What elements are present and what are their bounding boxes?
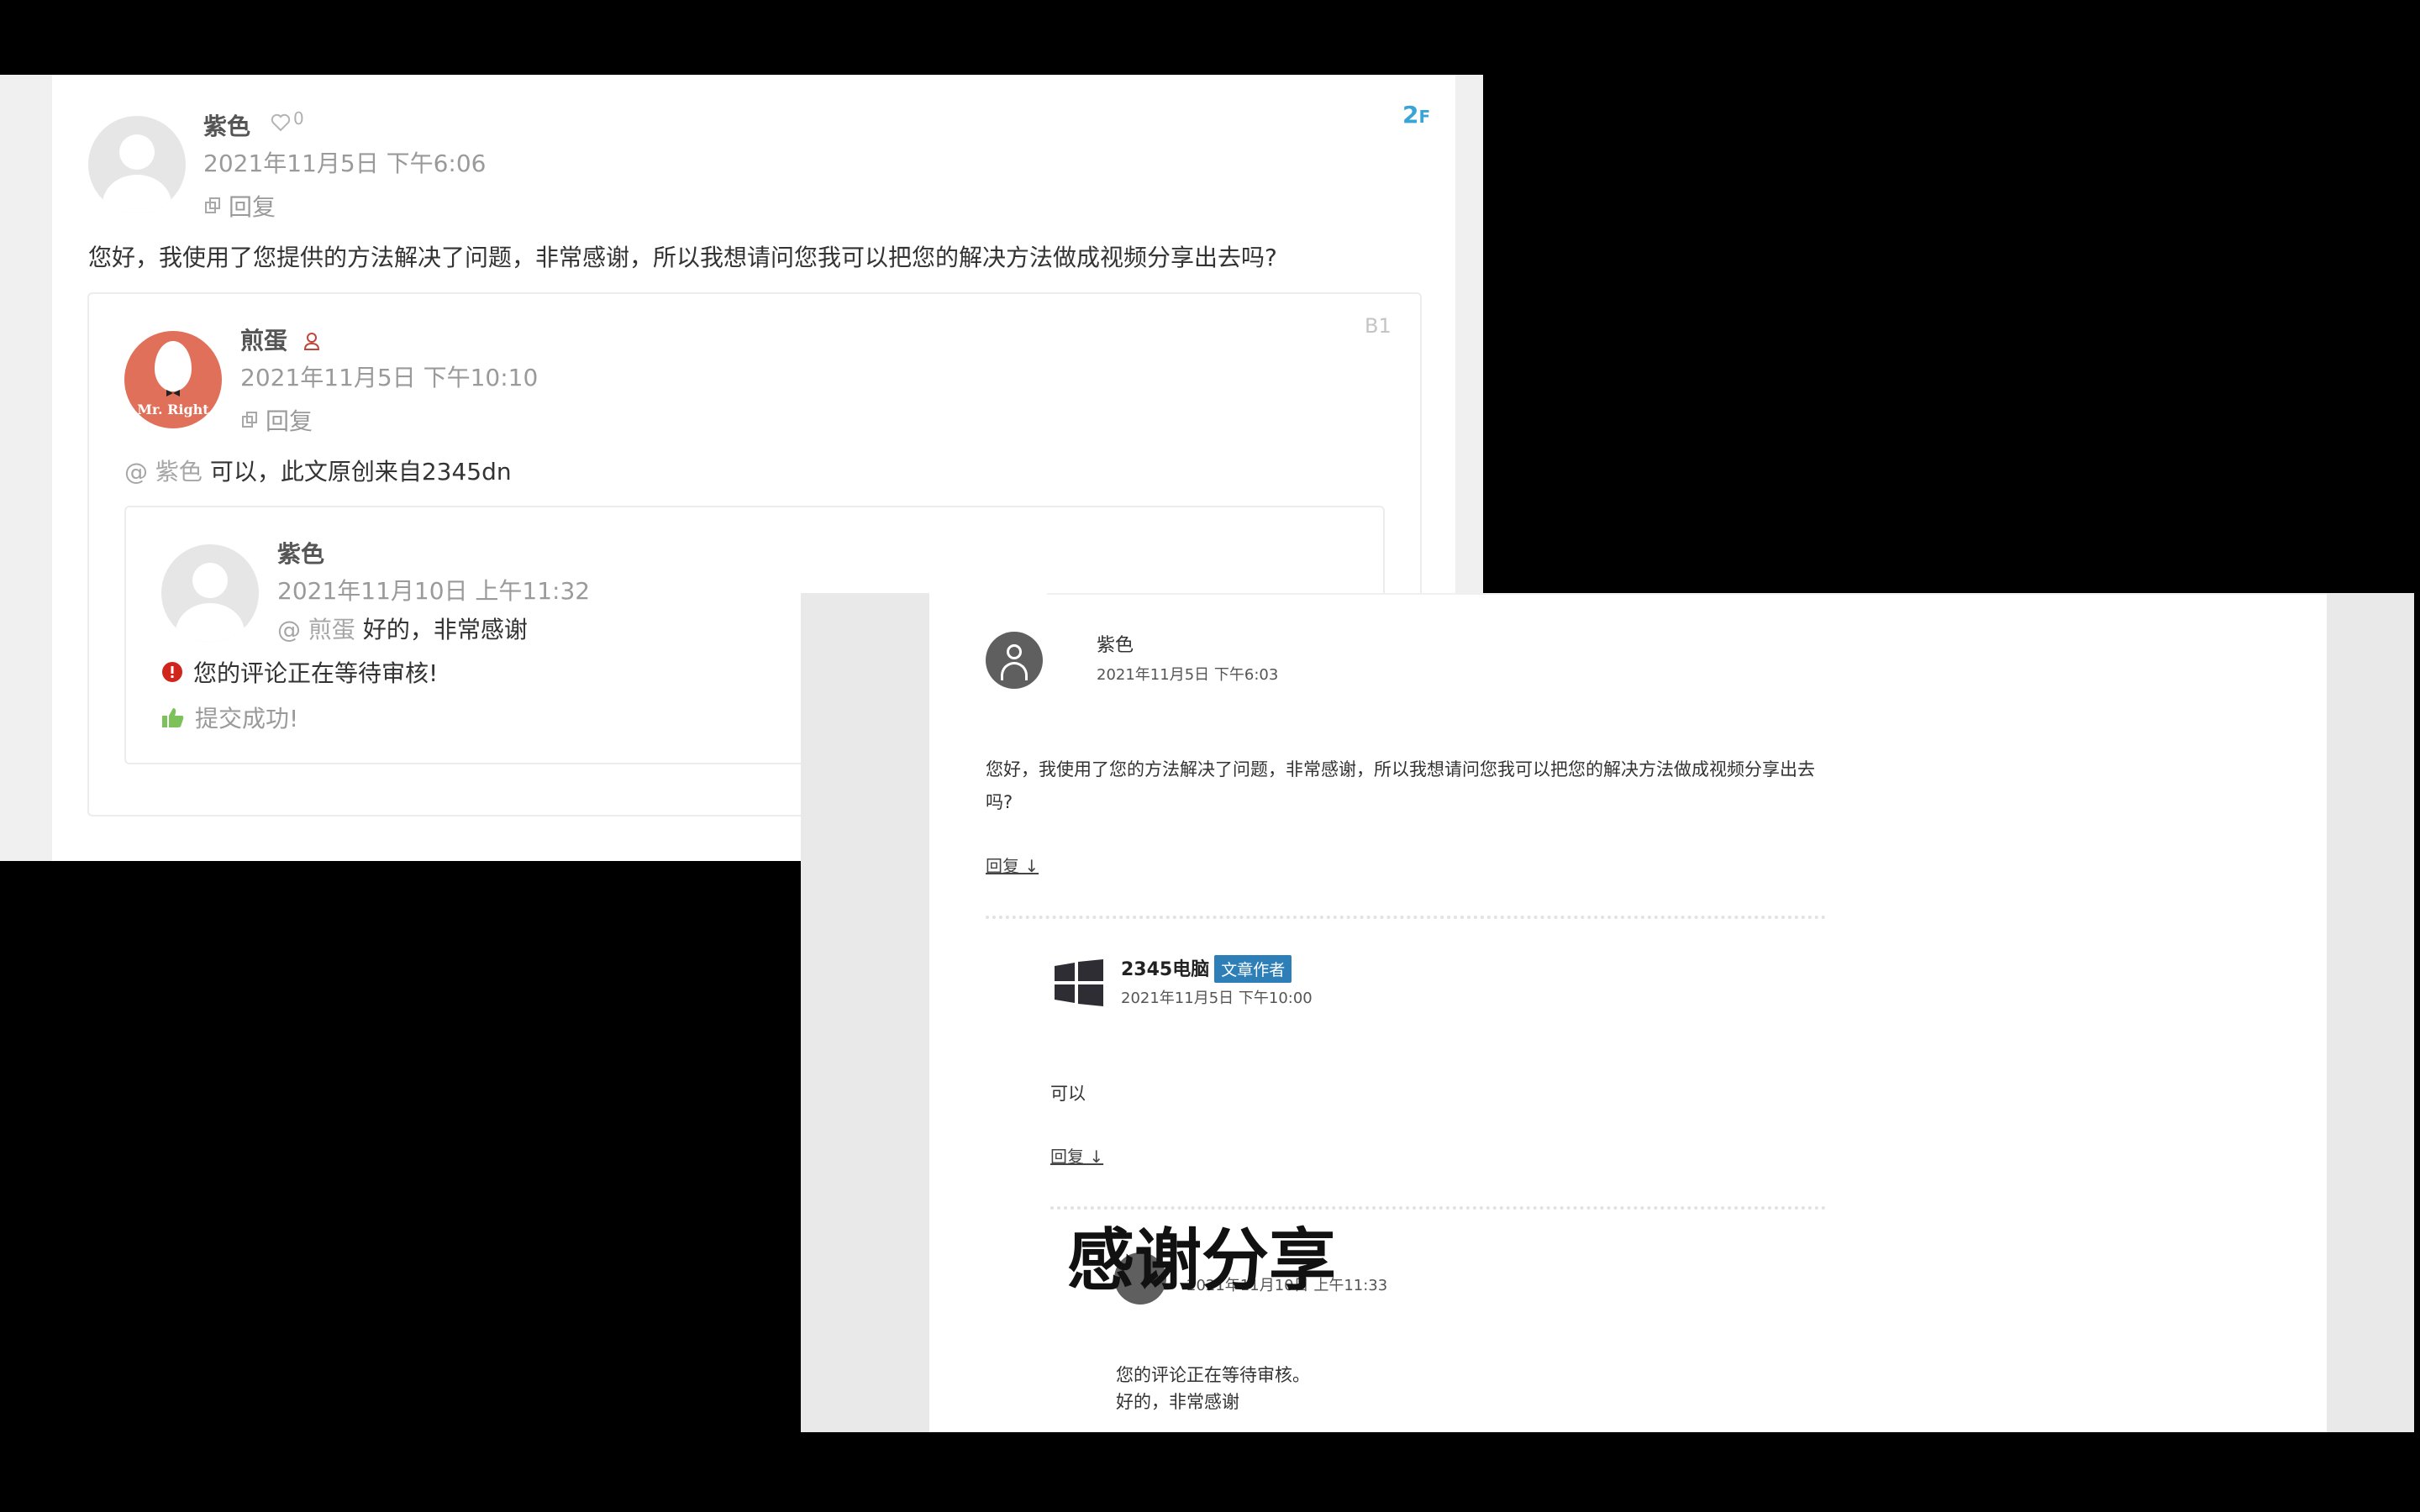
comment-time: 2021年11月5日 下午6:03: [1097, 666, 1279, 684]
reply-author[interactable]: 紫色: [277, 536, 324, 570]
comment-author[interactable]: 紫色: [203, 108, 250, 142]
reply-icon: [205, 197, 220, 214]
comment-text: 您好，我使用了您提供的方法解决了问题，非常感谢，所以我想请问您我可以把您的解决方…: [88, 244, 1277, 271]
floor-number: B1: [1365, 314, 1392, 338]
reply-link[interactable]: 回复 ↓: [986, 853, 1039, 877]
mention-link[interactable]: @ 紫色: [124, 458, 203, 486]
reply-time: 2021年11月5日 下午10:00: [1121, 990, 1313, 1007]
reply-text: @ 煎蛋 好的，非常感谢: [277, 616, 528, 643]
like-button[interactable]: 0: [271, 108, 304, 132]
author-badge: 文章作者: [1214, 955, 1292, 983]
overlay-caption: 感谢分享: [1067, 1221, 1336, 1299]
reply-author[interactable]: 2345电脑 文章作者: [1121, 954, 1292, 983]
avatar[interactable]: Mr. Right: [124, 331, 222, 428]
reply-button[interactable]: 回复: [242, 403, 313, 437]
success-status: 提交成功!: [161, 701, 298, 734]
avatar[interactable]: [161, 544, 259, 642]
comment-author[interactable]: 紫色: [1097, 630, 1134, 657]
reply-text: 可以: [1050, 1084, 1086, 1104]
heart-icon: [271, 113, 291, 132]
comment-page: 紫色 2021年11月5日 下午6:03 您好，我使用了您的方法解决了问题，非常…: [929, 593, 2327, 1432]
reply-time: 2021年11月5日 下午10:10: [240, 364, 539, 391]
like-count: 0: [293, 108, 304, 129]
mention-link[interactable]: @ 煎蛋: [277, 616, 355, 643]
reply-link[interactable]: 回复 ↓: [1050, 1143, 1103, 1168]
reply-text: 好的，非常感谢: [1116, 1392, 1239, 1412]
avatar[interactable]: [88, 116, 186, 213]
comment-text: 您好，我使用了您的方法解决了问题，非常感谢，所以我想请问您我可以把您的解决方法做…: [986, 759, 1815, 812]
reply-text: @ 紫色 可以，此文原创来自2345dn: [124, 458, 512, 486]
reply-author[interactable]: 煎蛋: [240, 323, 321, 356]
author-icon: [303, 333, 319, 350]
pending-status: 您的评论正在等待审核!: [161, 655, 438, 689]
windows-logo-icon: [1055, 959, 1103, 1006]
right-screenshot: 紫色 2021年11月5日 下午6:03 您好，我使用了您的方法解决了问题，非常…: [801, 593, 2414, 1432]
reply-button[interactable]: 回复: [205, 189, 276, 223]
reply-time: 2021年11月10日 上午11:32: [277, 577, 591, 605]
avatar[interactable]: [986, 632, 1043, 689]
floor-number: 2F: [1402, 101, 1431, 129]
alert-icon: [162, 662, 182, 682]
comment-time: 2021年11月5日 下午6:06: [203, 150, 487, 177]
pending-notice: 您的评论正在等待审核。: [1116, 1365, 1310, 1385]
thumbs-up-icon: [162, 708, 184, 727]
reply-icon: [242, 412, 257, 428]
